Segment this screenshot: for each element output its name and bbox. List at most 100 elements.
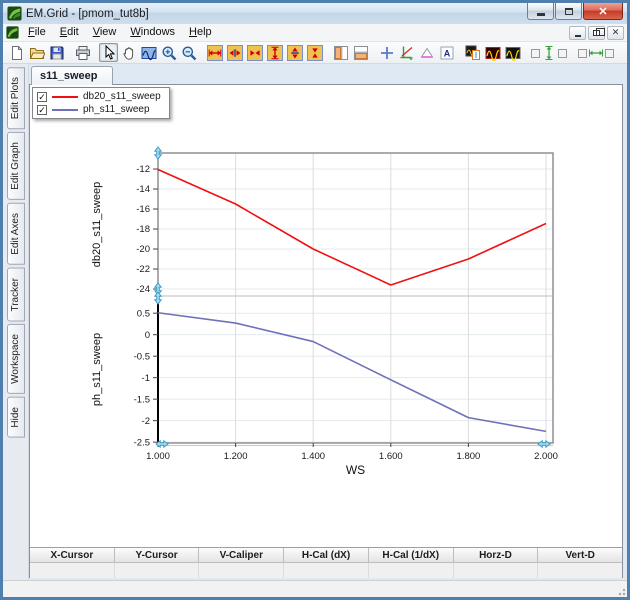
- triangle-marker-icon[interactable]: [417, 43, 436, 62]
- cursor-column-header: Vert-D: [538, 548, 622, 563]
- title-bar: EM.Grid - [pmom_tut8b] ✕: [3, 3, 627, 24]
- sidebar: Edit Plots Edit Graph Edit Axes Tracker Work…: [3, 64, 29, 580]
- print-icon[interactable]: [73, 43, 92, 62]
- autoscale-vertical-icon[interactable]: [529, 43, 569, 62]
- menu-view[interactable]: View: [86, 24, 124, 41]
- plot-panel: ✓db20_s11_sweep✓ph_s11_sweep -12-14-16-1…: [29, 84, 623, 578]
- zoom-out-icon[interactable]: [179, 43, 198, 62]
- main-area: Edit Plots Edit Graph Edit Axes Tracker Work…: [3, 64, 627, 580]
- menu-windows[interactable]: Windows: [123, 24, 182, 41]
- y-axis-label-db20_s11_sweep: db20_s11_sweep: [91, 182, 103, 267]
- cursor-value-cell: [199, 563, 284, 578]
- menu-edit[interactable]: Edit: [53, 24, 86, 41]
- menu-items: FileEditViewWindowsHelp: [21, 24, 219, 41]
- svg-text:-20: -20: [136, 244, 150, 255]
- legend-entry: ✓ ph_s11_sweep: [37, 104, 161, 115]
- new-document-icon[interactable]: [7, 43, 26, 62]
- menu-bar: FileEditViewWindowsHelp ✕: [3, 24, 627, 42]
- expand-vertical-icon[interactable]: [265, 43, 284, 62]
- series-line-db20_s11_sweep: [158, 170, 546, 286]
- series-line-ph_s11_sweep: [158, 313, 546, 432]
- layout-icon[interactable]: Layout: [623, 43, 627, 62]
- svg-text:-24: -24: [136, 284, 150, 295]
- mdi-minimize-button[interactable]: [569, 26, 586, 40]
- legend-line-sample: [52, 96, 78, 98]
- split-vertical-icon[interactable]: [331, 43, 350, 62]
- axes-tracker-icon[interactable]: [397, 43, 416, 62]
- svg-text:-2: -2: [142, 416, 150, 427]
- tab-s11-sweep[interactable]: s11_sweep: [31, 66, 113, 85]
- toolbar: A Layout: [3, 42, 627, 64]
- scale-vertical-in-icon[interactable]: [305, 43, 324, 62]
- status-bar: [3, 580, 627, 597]
- open-file-icon[interactable]: [27, 43, 46, 62]
- mdi-close-button[interactable]: ✕: [607, 26, 624, 40]
- resize-grip[interactable]: [616, 586, 626, 596]
- cursor-table: X-CursorY-CursorV-CaliperH-Cal (dX)H-Cal…: [30, 547, 622, 577]
- mdi-restore-button[interactable]: [588, 26, 605, 40]
- svg-text:-22: -22: [136, 264, 150, 275]
- text-annotation-icon[interactable]: A: [437, 43, 456, 62]
- zoom-in-icon[interactable]: [159, 43, 178, 62]
- sidebar-tab-edit-graph[interactable]: Edit Graph: [7, 132, 25, 200]
- pan-hand-icon[interactable]: [119, 43, 138, 62]
- maximize-button[interactable]: [555, 3, 582, 20]
- sidebar-tab-tracker[interactable]: Tracker: [7, 268, 25, 322]
- svg-text:-18: -18: [136, 224, 150, 235]
- window-controls: ✕: [526, 3, 623, 20]
- document-logo-icon: [6, 26, 19, 39]
- cursor-value-cell: [30, 563, 115, 578]
- crosshair-icon[interactable]: [377, 43, 396, 62]
- svg-text:1.200: 1.200: [224, 451, 248, 462]
- svg-text:-16: -16: [136, 204, 150, 215]
- svg-text:-0.5: -0.5: [134, 351, 150, 362]
- sidebar-tab-hide[interactable]: Hide: [7, 397, 25, 438]
- menu-help[interactable]: Help: [182, 24, 219, 41]
- legend: ✓ db20_s11_sweep ✓ ph_s11_sweep: [32, 87, 170, 119]
- svg-text:1.000: 1.000: [146, 451, 170, 462]
- svg-text:1.800: 1.800: [457, 451, 481, 462]
- cursor-column-header: V-Caliper: [199, 548, 284, 563]
- svg-text:2.000: 2.000: [534, 451, 558, 462]
- cursor-column-header: X-Cursor: [30, 548, 115, 563]
- app-logo-icon: [7, 6, 22, 21]
- content-area: s11_sweep ✓ db20_s11_sweep ✓ ph_s11_sweep -…: [29, 64, 627, 580]
- sidebar-tab-edit-plots[interactable]: Edit Plots: [7, 67, 25, 129]
- legend-checkbox[interactable]: ✓: [37, 92, 47, 102]
- svg-text:A: A: [443, 48, 450, 58]
- legend-label: db20_s11_sweep: [83, 91, 161, 102]
- menu-file[interactable]: File: [21, 24, 53, 41]
- legend-label: ph_s11_sweep: [83, 104, 150, 115]
- cursor-column-header: Horz-D: [454, 548, 539, 563]
- tab-row: s11_sweep: [29, 64, 623, 84]
- svg-text:1.600: 1.600: [379, 451, 403, 462]
- cursor-value-cell: [284, 563, 369, 578]
- legend-entry: ✓ db20_s11_sweep: [37, 91, 161, 102]
- minimize-button[interactable]: [527, 3, 554, 20]
- cursor-value-cell: [454, 563, 539, 578]
- legend-line-sample: [52, 109, 78, 111]
- app-window: EM.Grid - [pmom_tut8b] ✕ FileEditViewWin…: [0, 0, 630, 600]
- save-file-icon[interactable]: [47, 43, 66, 62]
- waveform-red-icon[interactable]: [483, 43, 502, 62]
- split-horizontal-icon[interactable]: [351, 43, 370, 62]
- cursor-value-cell: [115, 563, 200, 578]
- svg-text:-1: -1: [142, 373, 150, 384]
- edit-plot-icon[interactable]: [463, 43, 482, 62]
- scale-vertical-out-icon[interactable]: [285, 43, 304, 62]
- autoscale-horizontal-icon[interactable]: [576, 43, 616, 62]
- axis-range-handle: [155, 292, 161, 304]
- legend-checkbox[interactable]: ✓: [37, 105, 47, 115]
- scale-horizontal-out-icon[interactable]: [225, 43, 244, 62]
- mdi-window-controls: ✕: [569, 26, 624, 40]
- sidebar-tab-edit-axes[interactable]: Edit Axes: [7, 203, 25, 265]
- scale-horizontal-in-icon[interactable]: [245, 43, 264, 62]
- cursor-column-header: H-Cal (dX): [284, 548, 369, 563]
- chart[interactable]: -12-14-16-18-20-22-24db20_s11_sweep0.50-…: [30, 85, 622, 547]
- sidebar-tab-workspace[interactable]: Workspace: [7, 324, 25, 394]
- waveform-dark-icon[interactable]: [503, 43, 522, 62]
- pointer-select-icon[interactable]: [99, 43, 118, 62]
- expand-horizontal-icon[interactable]: [205, 43, 224, 62]
- close-button[interactable]: ✕: [583, 3, 623, 20]
- zoom-window-icon[interactable]: [139, 43, 158, 62]
